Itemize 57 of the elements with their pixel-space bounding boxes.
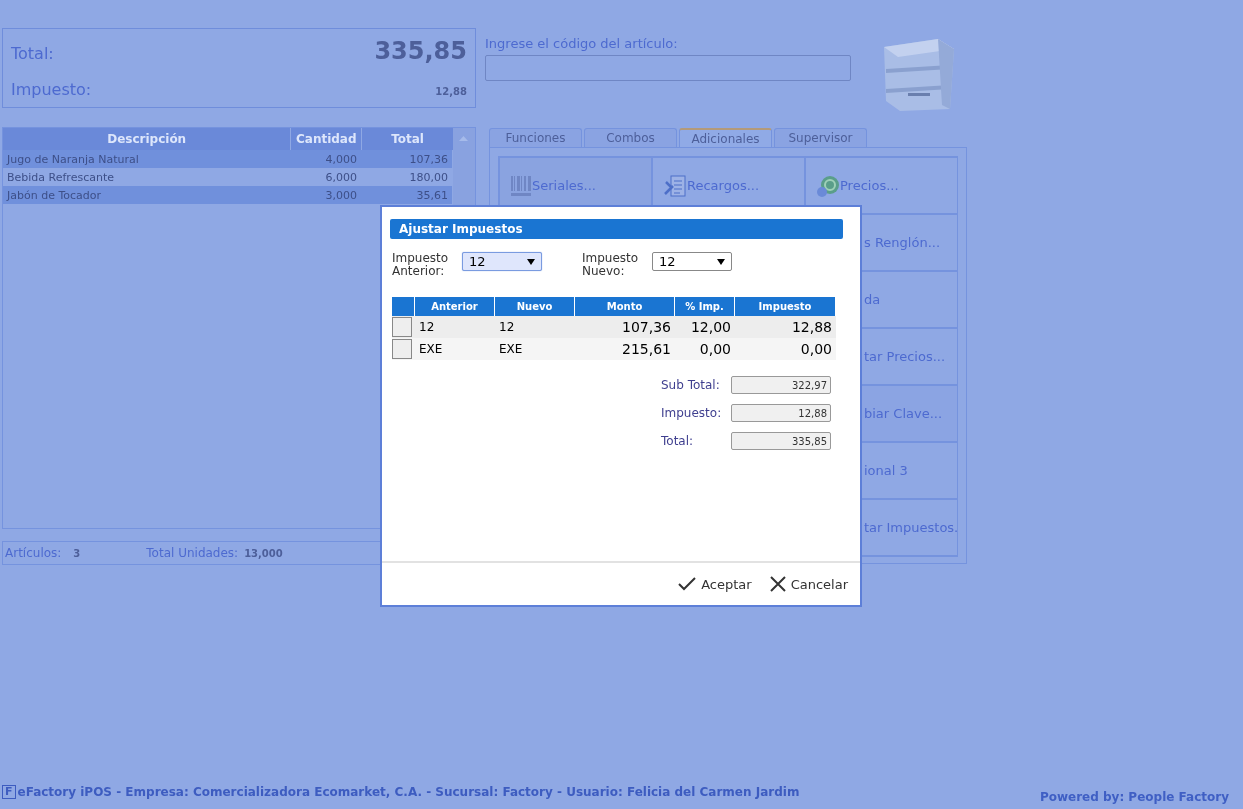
table-cell-text: EXE — [418, 341, 444, 358]
table-row[interactable]: Jabón de Tocador 3,000 35,61 — [3, 186, 452, 204]
table-cell-text: 35,61 — [415, 187, 449, 204]
tab[interactable]: Funciones — [489, 128, 582, 147]
total-label: Total: — [661, 434, 695, 448]
close-icon — [769, 576, 786, 592]
total-value: 335,85 — [374, 36, 467, 65]
tab[interactable]: Supervisor — [774, 128, 867, 147]
table-cell-text: EXE — [498, 341, 524, 358]
dialog-title: Ajustar Impuestos — [390, 219, 843, 239]
accept-button[interactable]: Aceptar — [678, 576, 752, 592]
row-selector[interactable] — [392, 317, 412, 337]
table-cell-text: 12 — [498, 319, 516, 336]
code-input[interactable] — [485, 55, 851, 81]
table-cell-text: Jugo de Naranja Natural — [5, 151, 140, 168]
tax-label: Impuesto: — [11, 80, 92, 100]
row-selector[interactable] — [392, 339, 412, 359]
table-cell-text: 107,36 — [408, 151, 449, 168]
readonly-field: 335,85 — [731, 432, 831, 450]
tax-dropdown[interactable]: 12 — [652, 252, 732, 271]
table-cell-text: Jabón de Tocador — [5, 187, 102, 204]
table-row[interactable]: Jugo de Naranja Natural 4,000 107,36 — [3, 150, 452, 168]
table-cell-text: 0,00 — [698, 340, 732, 359]
table-cell-text: 3,000 — [324, 187, 358, 204]
total-label: Total: — [11, 43, 54, 63]
tab[interactable]: Combos — [584, 128, 677, 147]
tab[interactable]: Adicionales — [679, 128, 772, 147]
units-label: Total Unidades: — [146, 546, 239, 560]
status-text: eFactory iPOS - Empresa: Comercializadora Ecomarket, C.A. - Sucursal: Factory - Usuario: Felicia del Carmen Jardim — [17, 785, 800, 799]
tax-dropdown[interactable]: 12 — [462, 252, 542, 271]
table-cell-text: 12 — [418, 319, 436, 336]
select-label: Impuesto Nuevo: — [582, 252, 640, 278]
articles-value: 3 — [73, 547, 81, 559]
code-label: Ingrese el código del artículo: — [485, 36, 679, 51]
table-cell-text: 6,000 — [324, 169, 358, 186]
table-cell-text: 4,000 — [324, 151, 358, 168]
articles-label: Artículos: — [5, 546, 62, 560]
powered-by-text: Powered by: People Factory — [1039, 790, 1229, 804]
cancel-button[interactable]: Cancelar — [769, 576, 848, 592]
check-icon — [678, 577, 697, 591]
readonly-field: 12,88 — [731, 404, 831, 422]
dropdown-arrow-icon — [527, 258, 535, 265]
table-cell-text: Bebida Refrescante — [6, 169, 115, 186]
units-value: 13,000 — [244, 547, 283, 559]
table-cell-text: 215,61 — [621, 340, 672, 359]
total-label: Impuesto: — [661, 406, 723, 420]
table-cell-text: 107,36 — [621, 318, 672, 337]
table-cell-text: 180,00 — [408, 169, 449, 186]
barcode-icon — [510, 174, 532, 197]
readonly-field: 322,97 — [731, 376, 831, 394]
tax-value: 12,88 — [435, 86, 467, 98]
coin-icon — [816, 173, 840, 198]
select-label: Impuesto Anterior: — [392, 252, 450, 278]
table-cell-text: 12,00 — [689, 318, 732, 337]
dropdown-arrow-icon — [717, 258, 725, 265]
total-label: Sub Total: — [661, 378, 721, 392]
logo: F — [2, 785, 16, 799]
